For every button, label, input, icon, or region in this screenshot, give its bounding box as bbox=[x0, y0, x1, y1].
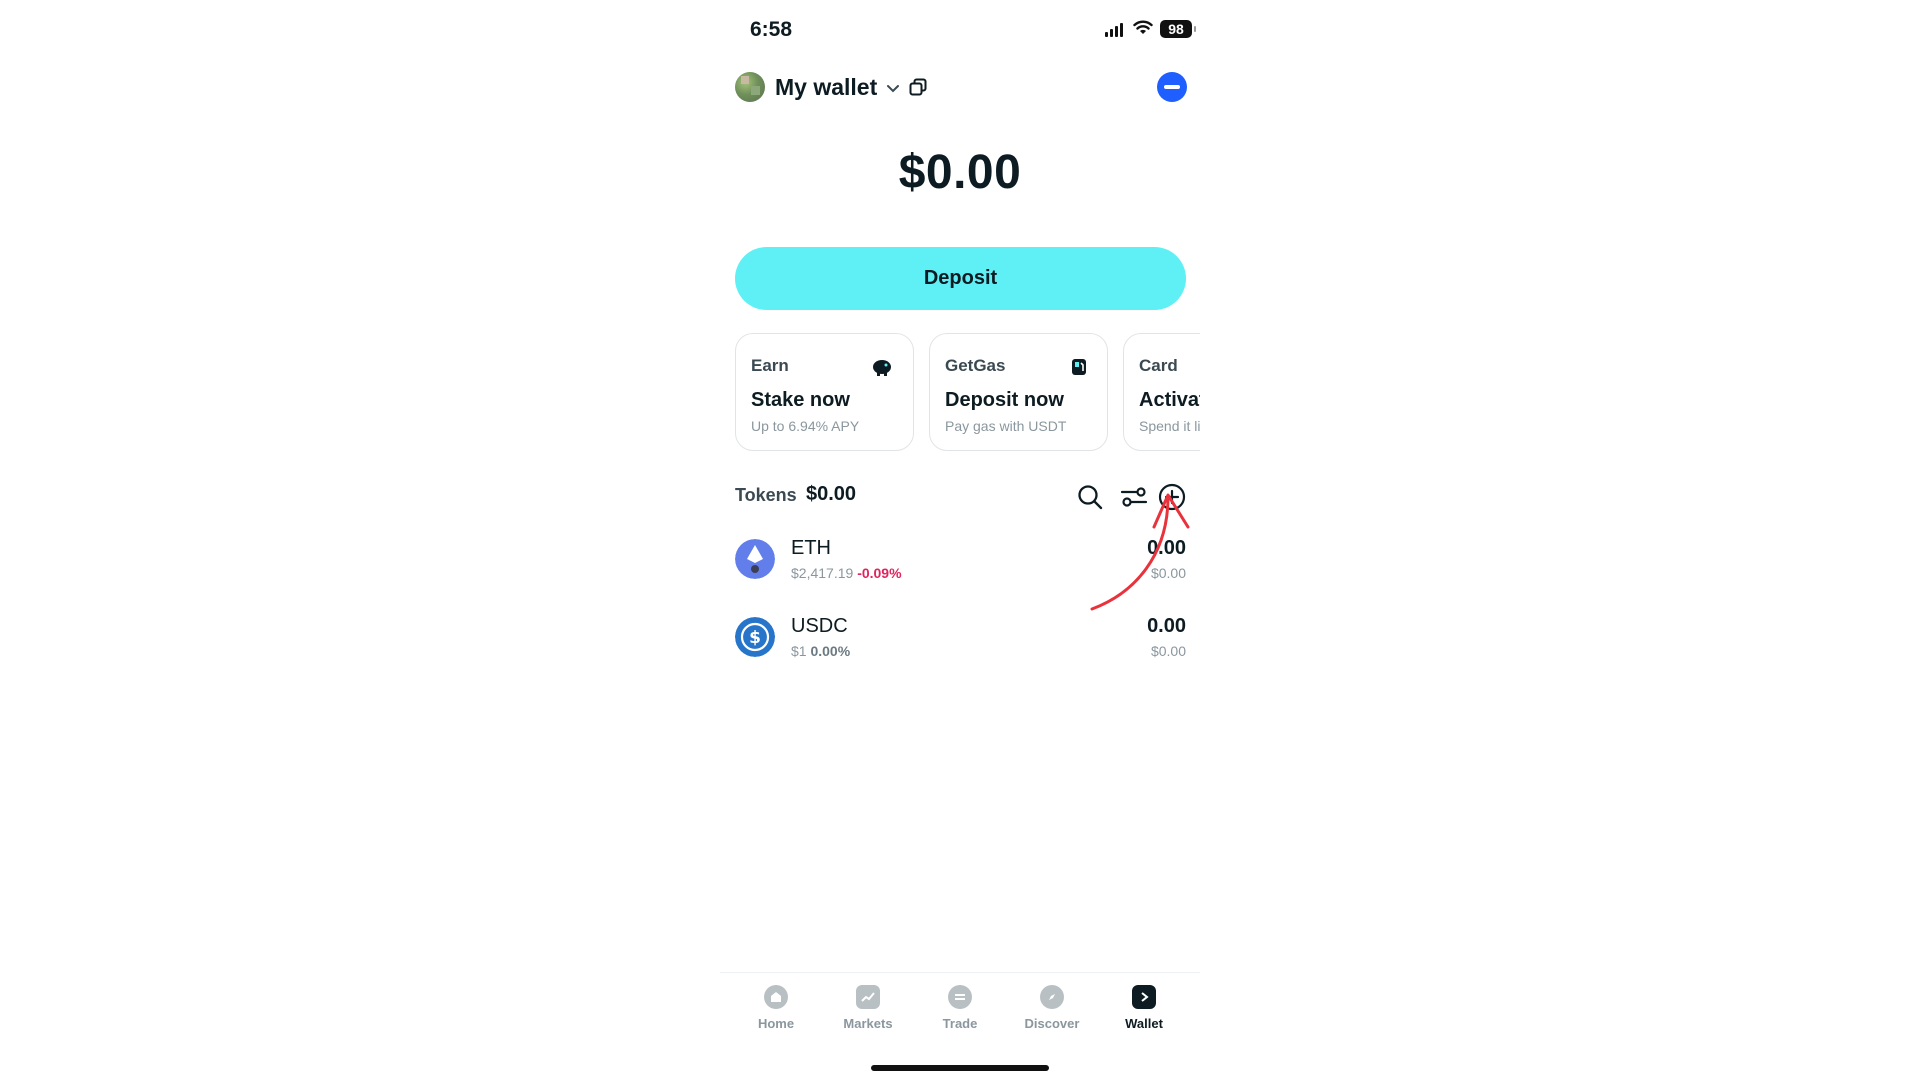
token-price-value: $1 bbox=[791, 643, 807, 659]
copy-icon[interactable] bbox=[909, 78, 927, 96]
trade-icon bbox=[948, 985, 972, 1009]
card-title: Stake now bbox=[751, 389, 850, 411]
nav-label: Markets bbox=[843, 1016, 893, 1031]
chevron-down-icon[interactable] bbox=[886, 84, 900, 94]
card-earn[interactable]: Earn Stake now Up to 6.94% APY bbox=[735, 333, 914, 451]
search-button[interactable] bbox=[1075, 482, 1105, 512]
chart-icon bbox=[856, 985, 880, 1009]
token-price: $1 0.00% bbox=[791, 643, 850, 659]
status-time: 6:58 bbox=[750, 18, 793, 41]
token-fiat-value: $0.00 bbox=[1150, 565, 1186, 581]
nav-discover[interactable]: Discover bbox=[1007, 973, 1097, 1036]
eth-icon bbox=[735, 539, 775, 579]
nav-label: Trade bbox=[942, 1016, 978, 1031]
filter-button[interactable] bbox=[1119, 482, 1149, 512]
token-change: 0.00% bbox=[810, 643, 851, 659]
avatar bbox=[735, 72, 765, 102]
token-change: -0.09% bbox=[857, 565, 902, 581]
promo-cards: Earn Stake now Up to 6.94% APY GetGas De… bbox=[735, 333, 1200, 453]
nav-wallet[interactable]: Wallet bbox=[1099, 973, 1189, 1036]
tokens-label: Tokens bbox=[735, 485, 797, 505]
notification-badge[interactable] bbox=[1157, 72, 1187, 102]
bottom-nav: Home Markets Trade Discover Wallet bbox=[720, 972, 1200, 1036]
card-subtitle: Pay gas with USDT bbox=[945, 418, 1067, 434]
total-balance: $0.00 bbox=[898, 146, 1022, 199]
nav-label: Discover bbox=[1024, 1016, 1080, 1031]
battery-icon: 98 bbox=[1160, 20, 1196, 38]
nav-label: Wallet bbox=[1125, 1016, 1163, 1031]
card-tag: Card bbox=[1139, 356, 1178, 375]
nav-label: Home bbox=[757, 1016, 795, 1031]
home-indicator bbox=[871, 1065, 1049, 1071]
token-fiat-value: $0.00 bbox=[1150, 643, 1186, 659]
token-price-value: $2,417.19 bbox=[791, 565, 854, 581]
nav-home[interactable]: Home bbox=[731, 973, 821, 1036]
token-row-usdc[interactable]: $ USDC $1 0.00% 0.00 $0.00 bbox=[735, 613, 1186, 663]
token-amount: 0.00 bbox=[1147, 615, 1186, 637]
phone-screen: 6:58 98 My wallet $0.00 Deposit Earn Sta… bbox=[720, 0, 1200, 1080]
card-getgas[interactable]: GetGas Deposit now Pay gas with USDT bbox=[929, 333, 1108, 451]
wallet-selector[interactable]: My wallet bbox=[735, 70, 927, 104]
card-subtitle: Spend it like bbox=[1139, 418, 1200, 434]
signal-icon bbox=[1105, 21, 1123, 37]
svg-text:$: $ bbox=[749, 628, 761, 648]
card-title: Activate bbox=[1139, 389, 1200, 411]
gas-pump-icon bbox=[1072, 359, 1086, 375]
deposit-button[interactable]: Deposit bbox=[735, 247, 1186, 310]
token-amount: 0.00 bbox=[1147, 537, 1186, 559]
filter-icon bbox=[1120, 487, 1148, 507]
usdc-icon: $ bbox=[735, 617, 775, 657]
plus-circle-icon bbox=[1158, 483, 1186, 511]
nav-trade[interactable]: Trade bbox=[915, 973, 1005, 1036]
status-bar: 6:58 98 bbox=[720, 0, 1200, 60]
wallet-name: My wallet bbox=[775, 73, 878, 100]
nav-markets[interactable]: Markets bbox=[823, 973, 913, 1036]
tokens-total: $0.00 bbox=[806, 483, 857, 505]
card-card[interactable]: Card Activate Spend it like bbox=[1123, 333, 1200, 451]
add-token-button[interactable] bbox=[1157, 482, 1187, 512]
token-symbol: ETH bbox=[791, 537, 831, 559]
card-title: Deposit now bbox=[945, 389, 1064, 411]
token-row-eth[interactable]: ETH $2,417.19 -0.09% 0.00 $0.00 bbox=[735, 535, 1186, 585]
token-symbol: USDC bbox=[791, 615, 848, 637]
compass-icon bbox=[1040, 985, 1064, 1009]
card-tag: GetGas bbox=[945, 356, 1006, 375]
piggy-bank-icon bbox=[873, 360, 891, 376]
wallet-icon bbox=[1132, 985, 1156, 1009]
token-price: $2,417.19 -0.09% bbox=[791, 565, 902, 581]
card-subtitle: Up to 6.94% APY bbox=[751, 418, 860, 434]
wifi-icon bbox=[1133, 20, 1153, 34]
search-icon bbox=[1078, 485, 1103, 510]
tokens-header: Tokens $0.00 bbox=[735, 482, 1186, 512]
home-icon bbox=[764, 985, 788, 1009]
